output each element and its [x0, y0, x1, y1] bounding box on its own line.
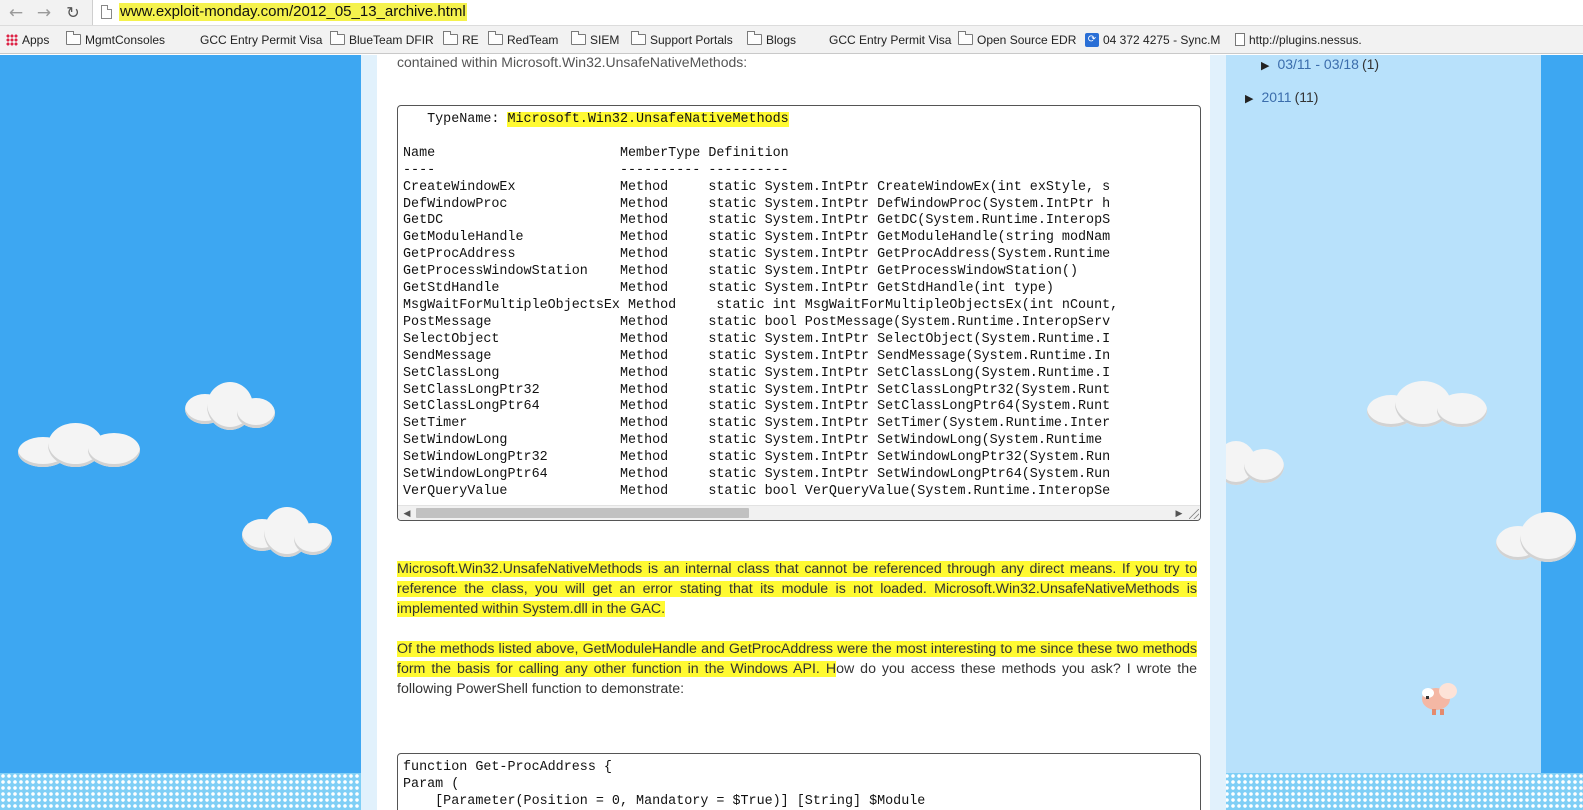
bookmark-apps[interactable]: Apps [6, 31, 49, 49]
bookmark-label: GCC Entry Permit Visa [829, 33, 952, 47]
url-text[interactable]: www.exploit-monday.com/2012_05_13_archiv… [119, 3, 467, 21]
folder-icon [631, 31, 646, 46]
main-column: contained within Microsoft.Win32.UnsafeN… [361, 55, 1226, 810]
sync-icon: ⟳ [1085, 32, 1099, 47]
bird-sprite-image [1418, 677, 1460, 717]
archive-item-03-11[interactable]: ▶ 03/11 - 03/18 (1) [1261, 56, 1379, 72]
bookmark-label: MgmtConsoles [85, 33, 166, 47]
scroll-right-icon[interactable]: ▶ [1172, 506, 1186, 520]
code-output: TypeName: Microsoft.Win32.UnsafeNativeMe… [403, 112, 1118, 501]
folder-icon [488, 31, 503, 46]
post-body: contained within Microsoft.Win32.UnsafeN… [377, 55, 1210, 810]
horizontal-scrollbar[interactable]: ◀ ▶ [398, 505, 1200, 520]
bookmark-redteam[interactable]: RedTeam [488, 31, 558, 49]
forward-button[interactable]: → [34, 3, 54, 23]
bookmark-label: Support Portals [650, 33, 733, 47]
scroll-left-icon[interactable]: ◀ [400, 506, 414, 520]
apps-icon [6, 33, 18, 46]
scrollbar-thumb[interactable] [416, 508, 749, 518]
cloud-image [185, 380, 277, 440]
bookmark-sync[interactable]: ⟳ 04 372 4275 - Sync.M [1085, 31, 1220, 49]
member-table: Name MemberType Definition ---- --------… [403, 145, 1119, 499]
page-icon [1235, 33, 1245, 47]
expand-triangle-icon[interactable]: ▶ [1245, 93, 1253, 105]
bookmark-nessus-plugins[interactable]: http://plugins.nessus. [1235, 31, 1362, 49]
bookmark-blueteam-dfir[interactable]: BlueTeam DFIR [330, 31, 434, 49]
bookmark-label: RedTeam [507, 33, 559, 47]
page-viewport: contained within Microsoft.Win32.UnsafeN… [0, 55, 1583, 810]
bookmark-mgmtconsoles[interactable]: MgmtConsoles [66, 31, 165, 49]
back-arrow-icon: ← [8, 3, 24, 23]
cloud-image [1216, 433, 1286, 493]
bookmark-blogs[interactable]: Blogs [747, 31, 796, 49]
bookmark-label: Apps [22, 33, 50, 47]
bookmark-gcc-entry-permit-visa-2[interactable]: GCC Entry Permit Visa [829, 31, 951, 49]
cloud-image [242, 505, 334, 565]
typename-label: TypeName: [403, 112, 508, 127]
archive-link[interactable]: 03/11 - 03/18 [1277, 56, 1358, 72]
folder-icon [958, 31, 973, 46]
highlighted-text: Microsoft.Win32.UnsafeNativeMethods is a… [397, 561, 1197, 617]
powershell-code-box: function Get-ProcAddress { Param ( [Para… [397, 753, 1201, 810]
bookmark-label: SIEM [590, 33, 620, 47]
sky-background-right [1541, 55, 1583, 810]
bookmark-label: 04 372 4275 - Sync.M [1103, 33, 1221, 47]
bookmark-label: Open Source EDR [977, 33, 1077, 47]
reload-button[interactable]: ↻ [63, 3, 83, 23]
cloud-image [1367, 377, 1492, 437]
reload-icon: ↻ [66, 3, 80, 22]
folder-icon [747, 31, 762, 46]
back-button[interactable]: ← [6, 3, 26, 23]
bookmark-label: GCC Entry Permit Visa [200, 33, 323, 47]
code-snippet: function Get-ProcAddress { Param ( [Para… [403, 760, 926, 809]
page-icon [101, 5, 112, 19]
archive-link[interactable]: 2011 [1261, 89, 1291, 105]
folder-icon [571, 31, 586, 46]
forward-arrow-icon: → [36, 3, 52, 23]
bookmark-support-portals[interactable]: Support Portals [631, 31, 733, 49]
bookmarks-bar: Apps MgmtConsoles GCC Entry Permit Visa … [0, 26, 1583, 54]
bookmark-re[interactable]: RE [443, 31, 479, 49]
powershell-output-box: TypeName: Microsoft.Win32.UnsafeNativeMe… [397, 105, 1201, 521]
bookmark-label: http://plugins.nessus. [1249, 33, 1362, 47]
browser-toolbar: ← → ↻ www.exploit-monday.com/2012_05_13_… [0, 0, 1583, 26]
archive-item-2011[interactable]: ▶ 2011 (11) [1245, 89, 1318, 105]
bookmark-label: BlueTeam DFIR [349, 33, 434, 47]
bookmark-open-source-edr[interactable]: Open Source EDR [958, 31, 1076, 49]
post-paragraph-2: Of the methods listed above, GetModuleHa… [397, 640, 1197, 699]
bookmark-siem[interactable]: SIEM [571, 31, 619, 49]
bookmark-gcc-entry-permit-visa[interactable]: GCC Entry Permit Visa [200, 31, 322, 49]
post-paragraph-1: Microsoft.Win32.UnsafeNativeMethods is a… [397, 560, 1197, 619]
post-intro-text: contained within Microsoft.Win32.UnsafeN… [397, 55, 748, 70]
archive-count: (11) [1294, 89, 1319, 105]
cloud-image [18, 415, 143, 475]
archive-count: (1) [1361, 56, 1380, 72]
typename-value: Microsoft.Win32.UnsafeNativeMethods [507, 112, 789, 127]
folder-icon [330, 31, 345, 46]
resize-grip-icon[interactable] [1189, 509, 1199, 519]
folder-icon [443, 31, 458, 46]
folder-icon [66, 31, 81, 46]
expand-triangle-icon[interactable]: ▶ [1261, 60, 1269, 72]
bookmark-label: RE [462, 33, 479, 47]
bookmark-label: Blogs [766, 33, 797, 47]
cloud-image [1496, 510, 1583, 570]
address-bar[interactable]: www.exploit-monday.com/2012_05_13_archiv… [92, 0, 1583, 25]
